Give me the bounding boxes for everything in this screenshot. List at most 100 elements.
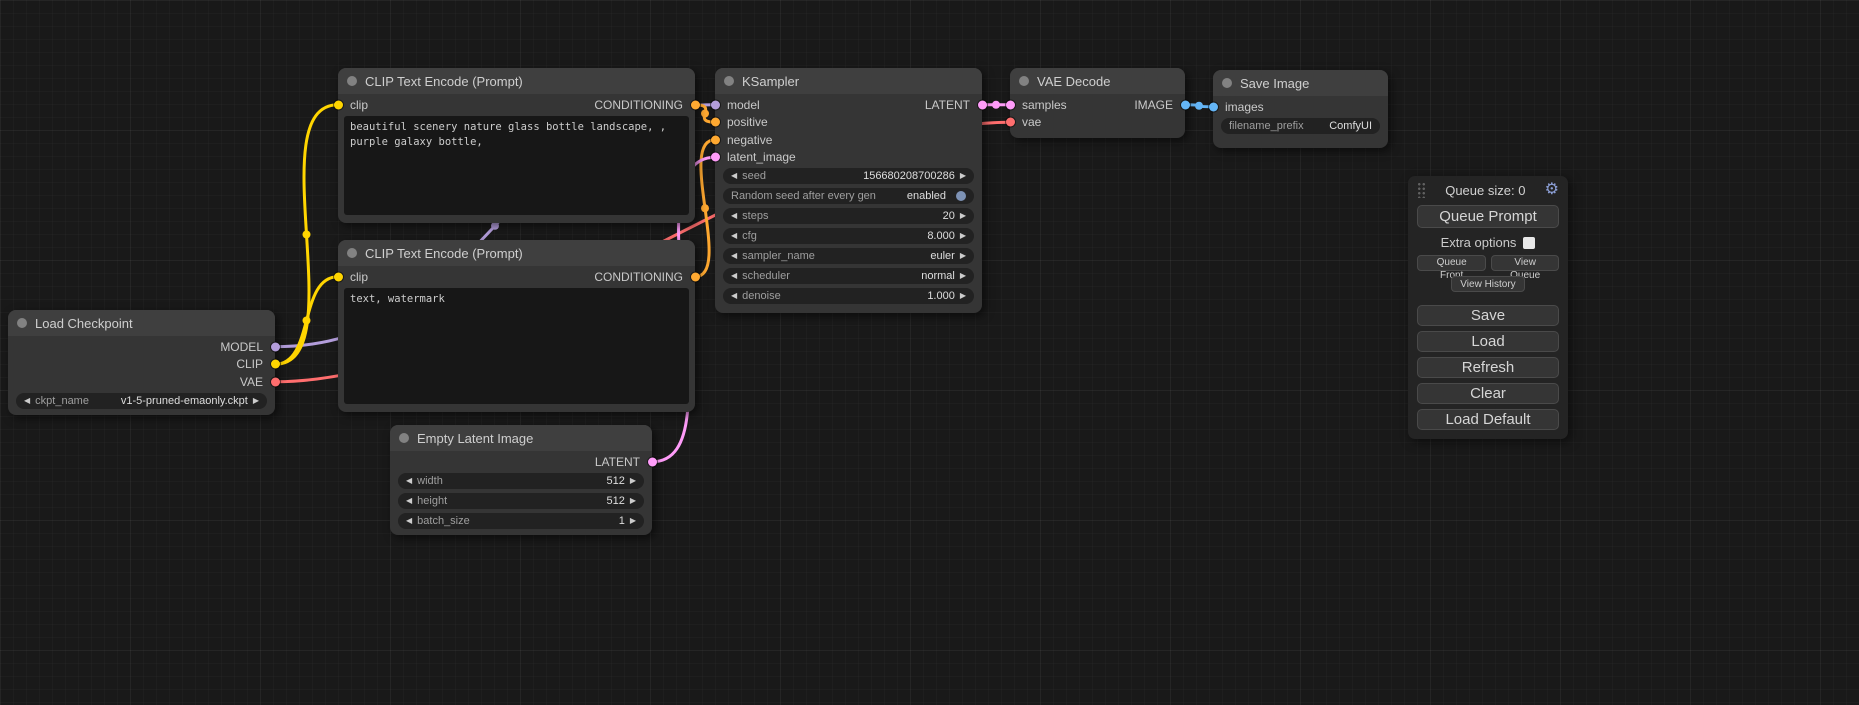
CLIP-output-slot[interactable] (271, 360, 280, 369)
extra-options-checkbox[interactable] (1523, 237, 1535, 249)
widget-batch_size[interactable]: ◀batch_size1▶ (398, 513, 644, 529)
widget-random-seed-after-every-gen[interactable]: Random seed after every genenabled (723, 188, 974, 204)
clip-input-slot[interactable] (334, 272, 343, 281)
node-ksampler[interactable]: KSamplermodelLATENTpositivenegativelaten… (715, 68, 982, 313)
widget-value: normal (921, 270, 955, 282)
seed-toggle-dot-icon[interactable] (956, 191, 966, 201)
positive-input-slot[interactable] (711, 118, 720, 127)
collapse-toggle-icon[interactable] (347, 248, 357, 258)
widget-cfg[interactable]: ◀cfg8.000▶ (723, 228, 974, 244)
decrement-arrow-icon[interactable]: ◀ (406, 477, 412, 485)
widget-seed[interactable]: ◀seed156680208700286▶ (723, 168, 974, 184)
increment-arrow-icon[interactable]: ▶ (960, 232, 966, 240)
decrement-arrow-icon[interactable]: ◀ (731, 172, 737, 180)
slot-row: clipCONDITIONING (338, 96, 695, 114)
widget-name: batch_size (417, 515, 470, 527)
increment-arrow-icon[interactable]: ▶ (960, 292, 966, 300)
node-title-bar[interactable]: Save Image (1213, 70, 1388, 96)
collapse-toggle-icon[interactable] (724, 76, 734, 86)
increment-arrow-icon[interactable]: ▶ (630, 497, 636, 505)
decrement-arrow-icon[interactable]: ◀ (731, 292, 737, 300)
decrement-arrow-icon[interactable]: ◀ (406, 497, 412, 505)
increment-arrow-icon[interactable]: ▶ (960, 272, 966, 280)
widget-height[interactable]: ◀height512▶ (398, 493, 644, 509)
output-slot-label: CONDITIONING (594, 270, 683, 284)
node-title-bar[interactable]: CLIP Text Encode (Prompt) (338, 240, 695, 266)
widgets: filename_prefixComfyUI (1213, 116, 1388, 142)
increment-arrow-icon[interactable]: ▶ (960, 212, 966, 220)
CONDITIONING-output-slot[interactable] (691, 272, 700, 281)
widget-ckpt_name[interactable]: ◀ckpt_namev1-5-pruned-emaonly.ckpt▶ (16, 393, 267, 409)
images-input-slot[interactable] (1209, 102, 1218, 111)
widget-filename_prefix[interactable]: filename_prefixComfyUI (1221, 118, 1380, 134)
model-input-slot[interactable] (711, 100, 720, 109)
slot-row: latent_image (715, 149, 982, 167)
widget-denoise[interactable]: ◀denoise1.000▶ (723, 288, 974, 304)
LATENT-output-slot[interactable] (648, 457, 657, 466)
increment-arrow-icon[interactable]: ▶ (630, 477, 636, 485)
CONDITIONING-output-slot[interactable] (691, 100, 700, 109)
queue-prompt-button[interactable]: Queue Prompt (1417, 205, 1559, 228)
slot-row: positive (715, 114, 982, 132)
widget-scheduler[interactable]: ◀schedulernormal▶ (723, 268, 974, 284)
view-history-button[interactable]: View History (1451, 276, 1524, 292)
node-load-checkpoint[interactable]: Load CheckpointMODELCLIPVAE◀ckpt_namev1-… (8, 310, 275, 415)
latent_image-input-slot[interactable] (711, 153, 720, 162)
decrement-arrow-icon[interactable]: ◀ (731, 212, 737, 220)
decrement-arrow-icon[interactable]: ◀ (731, 252, 737, 260)
decrement-arrow-icon[interactable]: ◀ (24, 397, 30, 405)
vae-input-slot[interactable] (1006, 118, 1015, 127)
node-title: CLIP Text Encode (Prompt) (365, 246, 523, 261)
collapse-toggle-icon[interactable] (1019, 76, 1029, 86)
node-title-bar[interactable]: CLIP Text Encode (Prompt) (338, 68, 695, 94)
node-title-bar[interactable]: KSampler (715, 68, 982, 94)
increment-arrow-icon[interactable]: ▶ (960, 172, 966, 180)
input-slot-label: vae (1022, 115, 1041, 129)
load-button[interactable]: Load (1417, 331, 1559, 352)
widget-value: ComfyUI (1329, 120, 1372, 132)
decrement-arrow-icon[interactable]: ◀ (731, 272, 737, 280)
decrement-arrow-icon[interactable]: ◀ (731, 232, 737, 240)
node-vae-decode[interactable]: VAE DecodesamplesIMAGEvae (1010, 68, 1185, 138)
node-title-bar[interactable]: Load Checkpoint (8, 310, 275, 336)
collapse-toggle-icon[interactable] (17, 318, 27, 328)
queue-front-button[interactable]: Queue Front (1417, 255, 1486, 271)
node-title-bar[interactable]: Empty Latent Image (390, 425, 652, 451)
node-title-bar[interactable]: VAE Decode (1010, 68, 1185, 94)
widget-width[interactable]: ◀width512▶ (398, 473, 644, 489)
prompt-textarea[interactable] (344, 288, 689, 405)
IMAGE-output-slot[interactable] (1181, 100, 1190, 109)
view-queue-button[interactable]: View Queue (1491, 255, 1559, 271)
collapse-toggle-icon[interactable] (347, 76, 357, 86)
settings-gear-icon[interactable]: ⚙ (1545, 182, 1559, 198)
node-clip-text-encode-positive[interactable]: CLIP Text Encode (Prompt) clipCONDITIONIN… (338, 68, 695, 223)
drag-handle-icon[interactable] (1417, 182, 1426, 198)
input-slot-label: clip (350, 270, 368, 284)
clip-input-slot[interactable] (334, 100, 343, 109)
refresh-button[interactable]: Refresh (1417, 357, 1559, 378)
slot-row: VAE (8, 373, 275, 391)
widget-sampler_name[interactable]: ◀sampler_nameeuler▶ (723, 248, 974, 264)
increment-arrow-icon[interactable]: ▶ (960, 252, 966, 260)
decrement-arrow-icon[interactable]: ◀ (406, 517, 412, 525)
prompt-textarea[interactable] (344, 116, 689, 216)
collapse-toggle-icon[interactable] (1222, 78, 1232, 88)
widget-steps[interactable]: ◀steps20▶ (723, 208, 974, 224)
increment-arrow-icon[interactable]: ▶ (630, 517, 636, 525)
negative-input-slot[interactable] (711, 135, 720, 144)
VAE-output-slot[interactable] (271, 377, 280, 386)
node-title: VAE Decode (1037, 74, 1110, 89)
LATENT-output-slot[interactable] (978, 100, 987, 109)
clear-button[interactable]: Clear (1417, 383, 1559, 404)
graph-canvas[interactable]: CLIP Text Encode (Prompt)clipCONDITIONIN… (0, 0, 1859, 705)
node-clip-text-encode-negative[interactable]: CLIP Text Encode (Prompt) clip CONDITIONIN… (338, 240, 695, 412)
load-default-button[interactable]: Load Default (1417, 409, 1559, 430)
node-empty-latent-image[interactable]: Empty Latent ImageLATENT◀width512▶◀heigh… (390, 425, 652, 535)
MODEL-output-slot[interactable] (271, 342, 280, 351)
collapse-toggle-icon[interactable] (399, 433, 409, 443)
samples-input-slot[interactable] (1006, 100, 1015, 109)
increment-arrow-icon[interactable]: ▶ (253, 397, 259, 405)
node-save-image[interactable]: Save Imageimagesfilename_prefixComfyUI (1213, 70, 1388, 148)
queue-buttons-row: Queue Front View Queue (1417, 255, 1559, 271)
save-button[interactable]: Save (1417, 305, 1559, 326)
